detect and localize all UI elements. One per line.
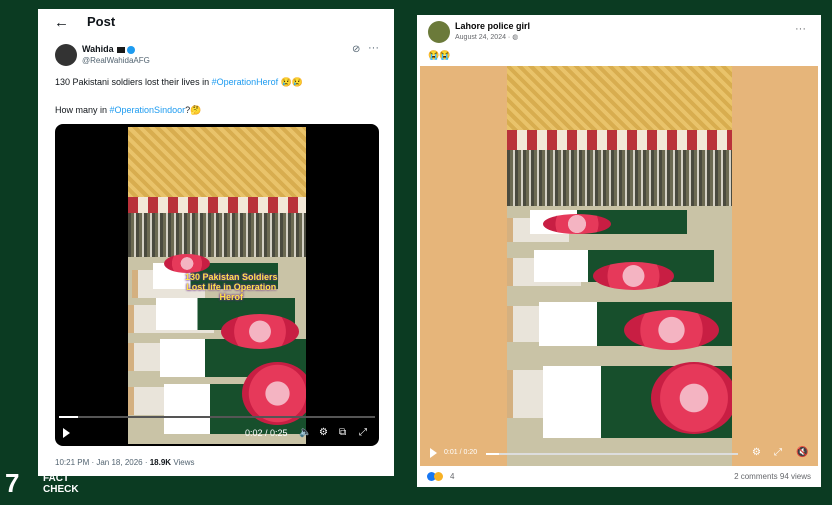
views-count: 94 views xyxy=(779,472,811,481)
facebook-post-panel: Lahore police girl August 24, 2024 · ◍ ·… xyxy=(417,15,821,487)
tweet-video[interactable]: 130 Pakistan Soldiers Lost life in Opera… xyxy=(55,124,379,446)
logo-number: 7 xyxy=(5,468,20,498)
video-controls: 0:02 / 0:25 🔈 ⚙ ⧉ ⤢ xyxy=(55,424,379,444)
grok-icon[interactable]: ⊘ xyxy=(352,44,360,55)
canopy-border xyxy=(507,130,732,150)
post-meta: 10:21 PM · Jan 18, 2026 · 18.9K Views xyxy=(55,458,195,467)
crowd xyxy=(507,150,732,206)
wreath xyxy=(592,262,674,290)
post-footer: 4 2 comments 94 views xyxy=(417,468,821,486)
video-controls: 0:01 / 0:20 ⚙ ⤢ 🔇 xyxy=(420,444,818,464)
author-name[interactable]: Lahore police girl xyxy=(455,21,530,31)
back-arrow-icon[interactable]: ← xyxy=(54,14,69,31)
video-progress-bar[interactable] xyxy=(59,416,375,418)
fullscreen-icon[interactable]: ⤢ xyxy=(359,427,367,438)
verified-icon xyxy=(126,45,135,54)
post-date[interactable]: August 24, 2024 · ◍ xyxy=(455,33,518,41)
tweet-text-line-2: How many in #OperationSindoor?🤔 xyxy=(55,105,202,115)
canopy xyxy=(507,66,732,130)
video-time: 0:01 / 0:20 xyxy=(444,449,478,456)
video-progress-fill xyxy=(486,453,499,455)
reaction-count[interactable]: 4 xyxy=(450,472,454,481)
post-stats: 2 comments 94 views xyxy=(734,472,811,481)
avatar[interactable] xyxy=(428,21,450,43)
play-icon[interactable] xyxy=(430,448,437,458)
care-reaction-icon[interactable] xyxy=(434,472,443,481)
volume-icon[interactable]: 🔈 xyxy=(299,427,311,438)
video-progress-bar[interactable] xyxy=(486,453,738,455)
video-progress-fill xyxy=(59,416,78,418)
wreath xyxy=(220,314,299,349)
settings-icon[interactable]: ⚙ xyxy=(752,447,761,458)
avatar[interactable] xyxy=(55,44,77,66)
wreath xyxy=(651,362,732,434)
settings-icon[interactable]: ⚙ xyxy=(319,427,328,438)
post-text: 😭😭 xyxy=(428,50,451,60)
twitter-post-panel: ← Post Wahida @RealWahidaAFG ⊘ ··· 130 P… xyxy=(38,9,394,476)
author-handle[interactable]: @RealWahidaAFG xyxy=(82,56,150,65)
fullscreen-icon[interactable]: ⤢ xyxy=(774,447,782,458)
video-time: 0:02 / 0:25 xyxy=(245,428,288,438)
hashtag-link[interactable]: #OperationHerof xyxy=(212,77,279,87)
canopy-border xyxy=(128,196,306,213)
factcheck-logo: 7 FACT CHECK xyxy=(5,468,85,500)
page-title: Post xyxy=(87,14,116,29)
crowd xyxy=(128,212,306,257)
comments-count[interactable]: 2 comments xyxy=(734,472,778,481)
logo-text: FACT CHECK xyxy=(43,473,79,495)
wreath xyxy=(163,253,210,273)
author-name[interactable]: Wahida xyxy=(82,44,135,54)
pip-icon[interactable]: ⧉ xyxy=(339,427,346,438)
video-frame xyxy=(507,66,732,466)
hashtag-link[interactable]: #OperationSindoor xyxy=(110,105,186,115)
facebook-video[interactable]: 0:01 / 0:20 ⚙ ⤢ 🔇 xyxy=(420,66,818,466)
more-icon[interactable]: ··· xyxy=(795,23,806,35)
tweet-text-line-1: 130 Pakistani soldiers lost their lives … xyxy=(55,77,304,87)
more-icon[interactable]: ··· xyxy=(368,42,379,54)
wreath xyxy=(624,310,719,350)
wreath xyxy=(543,214,611,234)
flag-icon xyxy=(116,46,125,53)
play-icon[interactable] xyxy=(63,428,70,438)
twitter-header: ← Post xyxy=(38,9,394,37)
video-frame: 130 Pakistan Soldiers Lost life in Opera… xyxy=(128,127,306,444)
canopy xyxy=(128,127,306,197)
globe-icon: ◍ xyxy=(512,34,519,41)
mute-icon[interactable]: 🔇 xyxy=(796,447,808,458)
video-overlay-text: 130 Pakistan Soldiers Lost life in Opera… xyxy=(184,271,278,302)
